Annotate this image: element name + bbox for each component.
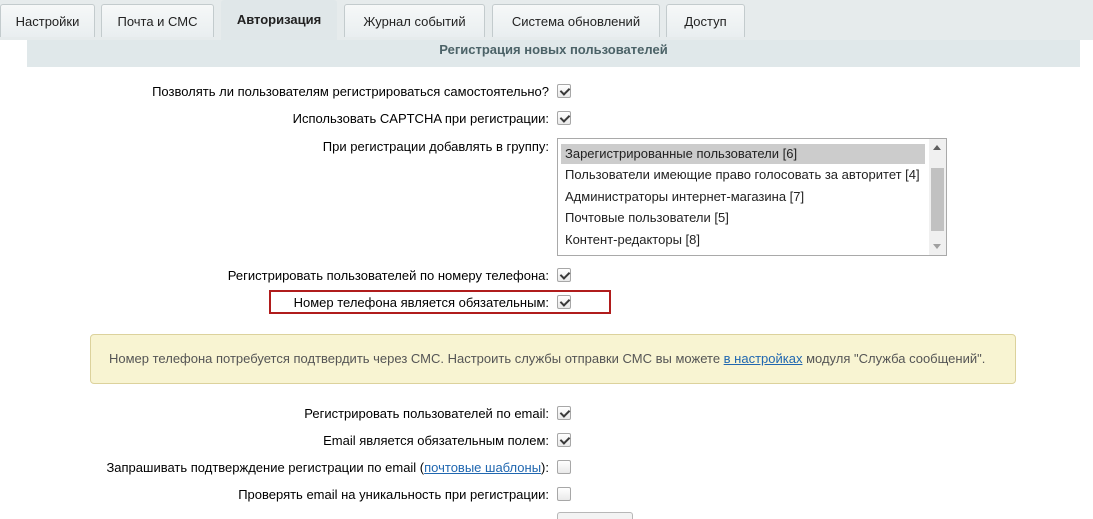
use-captcha-label: Использовать CAPTCHA при регистрации: [292, 111, 549, 126]
scroll-down-icon[interactable] [933, 244, 941, 249]
notice-text: Номер телефона потребуется подтвердить ч… [109, 351, 724, 366]
tab-update-system[interactable]: Система обновлений [492, 4, 660, 37]
group-option[interactable]: Почтовые пользователи [5] [561, 208, 925, 228]
tab-settings[interactable]: Настройки [0, 4, 95, 37]
sms-notice: Номер телефона потребуется подтвердить ч… [90, 334, 1016, 384]
confirm-email-checkbox[interactable] [557, 460, 571, 474]
confirm-email-text: Запрашивать подтверждение регистрации по… [106, 460, 425, 475]
allow-self-register-label: Позволять ли пользователям регистрироват… [152, 84, 549, 99]
scrollbar-thumb[interactable] [931, 168, 944, 231]
confirm-email-text-end: ): [541, 460, 549, 475]
notice-settings-link[interactable]: в настройках [724, 351, 803, 366]
phone-required-label: Номер телефона является обязательным: [293, 295, 549, 310]
next-control-edge[interactable] [557, 512, 633, 519]
tab-authorization[interactable]: Авторизация [221, 0, 337, 41]
tab-bar: Настройки Почта и СМС Авторизация Журнал… [0, 0, 1093, 41]
group-option[interactable]: Администраторы интернет-магазина [7] [561, 187, 925, 207]
tab-mail-sms[interactable]: Почта и СМС [101, 4, 214, 37]
scroll-up-icon[interactable] [933, 145, 941, 150]
use-captcha-checkbox[interactable] [557, 111, 571, 125]
mail-templates-link[interactable]: почтовые шаблоны [424, 460, 541, 475]
register-by-phone-label: Регистрировать пользователей по номеру т… [227, 268, 549, 283]
tab-event-log[interactable]: Журнал событий [344, 4, 485, 37]
listbox-scrollbar[interactable] [929, 139, 946, 255]
register-by-email-checkbox[interactable] [557, 406, 571, 420]
group-option[interactable]: Контент-редакторы [8] [561, 230, 925, 250]
notice-text-end: модуля "Служба сообщений". [802, 351, 986, 366]
group-option[interactable]: Зарегистрированные пользователи [6] [561, 144, 925, 164]
email-required-checkbox[interactable] [557, 433, 571, 447]
allow-self-register-checkbox[interactable] [557, 84, 571, 98]
register-by-email-label: Регистрировать пользователей по email: [304, 406, 549, 421]
confirm-email-label: Запрашивать подтверждение регистрации по… [106, 460, 549, 475]
unique-email-checkbox[interactable] [557, 487, 571, 501]
settings-panel: Регистрация новых пользователей Позволят… [0, 40, 1093, 519]
unique-email-label: Проверять email на уникальность при реги… [238, 487, 549, 502]
tab-access[interactable]: Доступ [666, 4, 745, 37]
section-title: Регистрация новых пользователей [27, 40, 1080, 67]
default-group-label: При регистрации добавлять в группу: [322, 139, 549, 154]
group-option[interactable]: Пользователи имеющие право голосовать за… [561, 165, 925, 185]
group-listbox[interactable]: Зарегистрированные пользователи [6] Поль… [557, 138, 947, 256]
email-required-label: Email является обязательным полем: [323, 433, 549, 448]
register-by-phone-checkbox[interactable] [557, 268, 571, 282]
phone-required-checkbox[interactable] [557, 295, 571, 309]
